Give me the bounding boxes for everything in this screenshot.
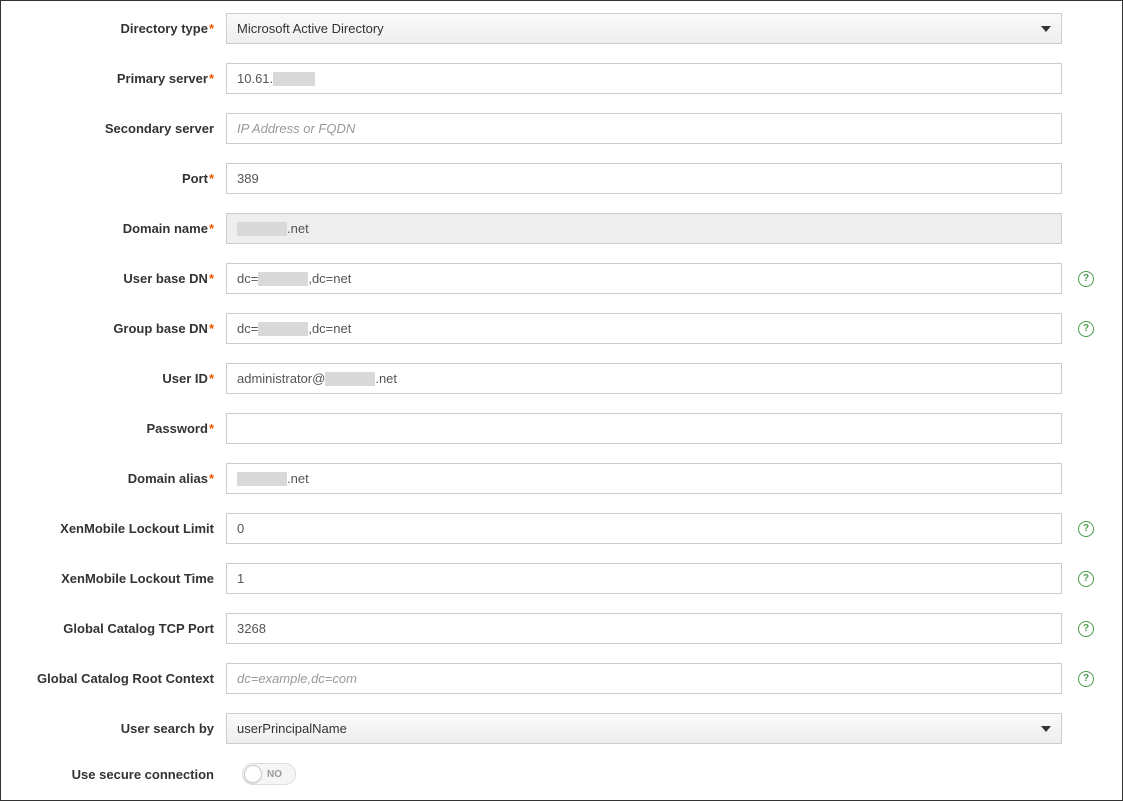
lockout-limit-input[interactable]: 0: [226, 513, 1062, 544]
port-input[interactable]: 389: [226, 163, 1062, 194]
secondary-server-input[interactable]: [226, 113, 1062, 144]
directory-type-select[interactable]: Microsoft Active Directory: [226, 13, 1062, 44]
row-port: Port* 389: [1, 163, 1102, 194]
help-icon[interactable]: ?: [1078, 271, 1094, 287]
label-password: Password*: [1, 421, 226, 436]
help-icon[interactable]: ?: [1078, 521, 1094, 537]
password-input[interactable]: [226, 413, 1062, 444]
help-icon[interactable]: ?: [1078, 621, 1094, 637]
label-lockout-time: XenMobile Lockout Time: [1, 571, 226, 586]
use-secure-toggle[interactable]: NO: [242, 763, 296, 785]
label-primary-server: Primary server*: [1, 71, 226, 86]
label-lockout-limit: XenMobile Lockout Limit: [1, 521, 226, 536]
help-icon[interactable]: ?: [1078, 571, 1094, 587]
row-secondary-server: Secondary server: [1, 113, 1102, 144]
row-use-secure: Use secure connection NO: [1, 763, 1102, 785]
label-gc-root-context: Global Catalog Root Context: [1, 671, 226, 686]
help-icon[interactable]: ?: [1078, 321, 1094, 337]
row-password: Password*: [1, 413, 1102, 444]
label-user-search-by: User search by: [1, 721, 226, 736]
toggle-knob: [244, 765, 262, 783]
chevron-down-icon: [1041, 726, 1051, 732]
row-user-id: User ID* administrator@xx.net: [1, 363, 1102, 394]
toggle-label: NO: [267, 769, 282, 780]
label-domain-alias: Domain alias*: [1, 471, 226, 486]
label-user-base-dn: User base DN*: [1, 271, 226, 286]
row-group-base-dn: Group base DN* dc=xx,dc=net ?: [1, 313, 1102, 344]
domain-alias-input[interactable]: xx.net: [226, 463, 1062, 494]
group-base-dn-input[interactable]: dc=xx,dc=net: [226, 313, 1062, 344]
label-directory-type: Directory type*: [1, 21, 226, 36]
label-domain-name: Domain name*: [1, 221, 226, 236]
label-use-secure: Use secure connection: [1, 767, 226, 782]
label-user-id: User ID*: [1, 371, 226, 386]
domain-name-input: xx.net: [226, 213, 1062, 244]
ldap-settings-form: Directory type* Microsoft Active Directo…: [0, 0, 1123, 801]
row-directory-type: Directory type* Microsoft Active Directo…: [1, 13, 1102, 44]
row-domain-name: Domain name* xx.net: [1, 213, 1102, 244]
label-port: Port*: [1, 171, 226, 186]
row-lockout-limit: XenMobile Lockout Limit 0 ?: [1, 513, 1102, 544]
user-search-by-select[interactable]: userPrincipalName: [226, 713, 1062, 744]
help-icon[interactable]: ?: [1078, 671, 1094, 687]
row-lockout-time: XenMobile Lockout Time 1 ?: [1, 563, 1102, 594]
row-domain-alias: Domain alias* xx.net: [1, 463, 1102, 494]
label-secondary-server: Secondary server: [1, 121, 226, 136]
row-user-search-by: User search by userPrincipalName: [1, 713, 1102, 744]
lockout-time-input[interactable]: 1: [226, 563, 1062, 594]
user-id-input[interactable]: administrator@xx.net: [226, 363, 1062, 394]
primary-server-input[interactable]: 10.61.xx: [226, 63, 1062, 94]
row-user-base-dn: User base DN* dc=xx,dc=net ?: [1, 263, 1102, 294]
gc-tcp-port-input[interactable]: 3268: [226, 613, 1062, 644]
user-search-by-value: userPrincipalName: [237, 721, 347, 736]
directory-type-value: Microsoft Active Directory: [237, 21, 384, 36]
row-gc-root-context: Global Catalog Root Context ?: [1, 663, 1102, 694]
row-primary-server: Primary server* 10.61.xx: [1, 63, 1102, 94]
user-base-dn-input[interactable]: dc=xx,dc=net: [226, 263, 1062, 294]
gc-root-context-input[interactable]: [226, 663, 1062, 694]
row-gc-tcp-port: Global Catalog TCP Port 3268 ?: [1, 613, 1102, 644]
label-gc-tcp-port: Global Catalog TCP Port: [1, 621, 226, 636]
chevron-down-icon: [1041, 26, 1051, 32]
label-group-base-dn: Group base DN*: [1, 321, 226, 336]
